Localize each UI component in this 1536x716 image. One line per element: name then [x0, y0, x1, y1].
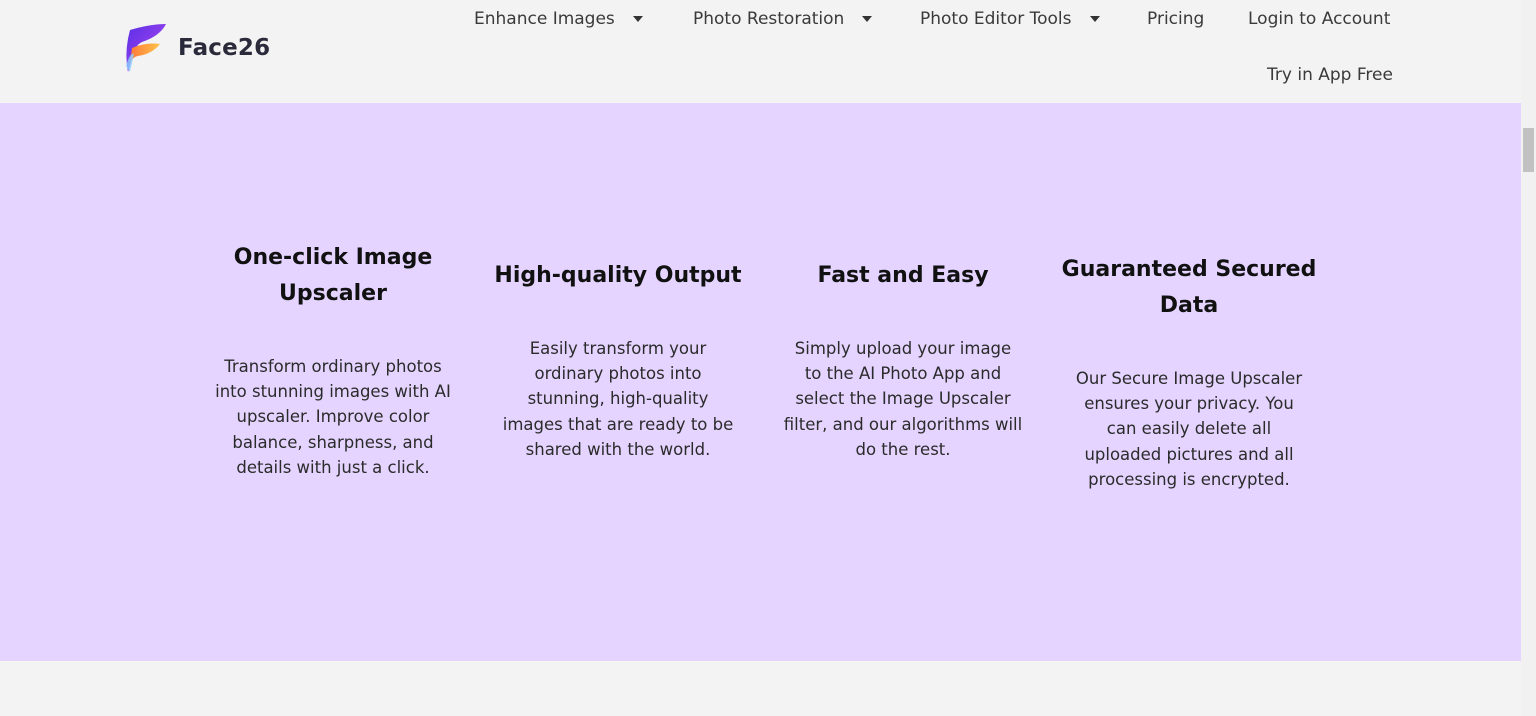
feature-description: Transform ordinary photos into stunning …	[202, 354, 464, 480]
feature-desc-line: to the AI Photo App and	[804, 364, 1002, 384]
feature-title: High-quality Output	[487, 258, 749, 294]
nav-enhance-images[interactable]: Enhance Images	[474, 9, 643, 29]
page-scrollbar[interactable]	[1521, 0, 1536, 716]
feature-card-upscaler: One-click Image Upscaler Transform ordin…	[202, 240, 464, 480]
feature-desc-line: into stunning images with AI	[215, 382, 451, 402]
chevron-down-icon	[862, 16, 873, 22]
try-app-free-label: Try in App Free	[1267, 65, 1393, 85]
chevron-down-icon	[1089, 16, 1100, 22]
chevron-down-icon	[632, 16, 643, 22]
feature-desc-line: processing is encrypted.	[1088, 469, 1290, 489]
feature-desc-line: can easily delete all	[1106, 419, 1272, 439]
feature-description: Simply upload your image to the AI Photo…	[772, 336, 1034, 462]
nav-photo-editor-tools[interactable]: Photo Editor Tools	[920, 9, 1100, 29]
feature-title: Fast and Easy	[772, 258, 1034, 294]
scrollbar-thumb[interactable]	[1523, 128, 1534, 172]
face26-logo-icon	[126, 24, 166, 72]
feature-title-line: Upscaler	[279, 281, 387, 306]
feature-desc-line: Our Secure Image Upscaler	[1075, 369, 1303, 388]
site-header: Face26 Enhance Images Photo Restoration …	[0, 0, 1521, 103]
nav-photo-restoration[interactable]: Photo Restoration	[693, 9, 873, 29]
feature-title-line: One-click Image	[233, 245, 433, 270]
feature-card-secure: Guaranteed Secured Data Our Secure Image…	[1058, 252, 1320, 492]
feature-desc-line: upscaler. Improve color	[236, 407, 430, 427]
nav-pricing-label: Pricing	[1147, 9, 1205, 29]
feature-card-fast: Fast and Easy Simply upload your image t…	[772, 258, 1034, 462]
nav-login[interactable]: Login to Account	[1248, 9, 1390, 29]
feature-desc-line: ordinary photos into	[534, 364, 702, 384]
feature-card-quality: High-quality Output Easily transform you…	[487, 258, 749, 462]
feature-desc-line: uploaded pictures and all	[1084, 444, 1294, 464]
feature-title-line: Fast and Easy	[817, 263, 989, 288]
feature-desc-line: Transform ordinary photos	[224, 357, 442, 376]
feature-desc-line: do the rest.	[855, 439, 951, 459]
feature-title: Guaranteed Secured Data	[1058, 252, 1320, 324]
feature-desc-line: images that are ready to be	[502, 414, 734, 434]
nav-enhance-images-label: Enhance Images	[474, 9, 615, 29]
feature-description: Easily transform your ordinary photos in…	[487, 336, 749, 462]
nav-photo-restoration-label: Photo Restoration	[693, 9, 845, 29]
feature-title: One-click Image Upscaler	[202, 240, 464, 312]
try-app-free-link[interactable]: Try in App Free	[1267, 65, 1393, 85]
feature-title-line: Guaranteed Secured	[1061, 257, 1317, 282]
feature-description: Our Secure Image Upscaler ensures your p…	[1058, 366, 1320, 492]
feature-desc-line: Easily transform your	[529, 339, 707, 358]
feature-desc-line: ensures your privacy. You	[1084, 394, 1294, 414]
feature-desc-line: stunning, high-quality	[527, 389, 709, 409]
features-section: One-click Image Upscaler Transform ordin…	[0, 103, 1521, 661]
brand-name: Face26	[178, 35, 271, 61]
feature-title-line: Data	[1159, 293, 1219, 318]
feature-desc-line: select the Image Upscaler	[795, 389, 1011, 409]
feature-desc-line: balance, sharpness, and	[232, 432, 434, 452]
feature-desc-line: Simply upload your image	[794, 339, 1012, 358]
feature-desc-line: shared with the world.	[525, 439, 711, 459]
nav-login-label: Login to Account	[1248, 9, 1391, 29]
feature-desc-line: filter, and our algorithms will	[783, 414, 1023, 434]
nav-pricing[interactable]: Pricing	[1147, 9, 1204, 29]
nav-photo-editor-tools-label: Photo Editor Tools	[920, 9, 1072, 29]
feature-desc-line: details with just a click.	[236, 457, 430, 477]
brand-logo[interactable]: Face26	[120, 22, 270, 74]
page: Face26 Enhance Images Photo Restoration …	[0, 0, 1536, 716]
feature-title-line: High-quality Output	[494, 263, 742, 288]
